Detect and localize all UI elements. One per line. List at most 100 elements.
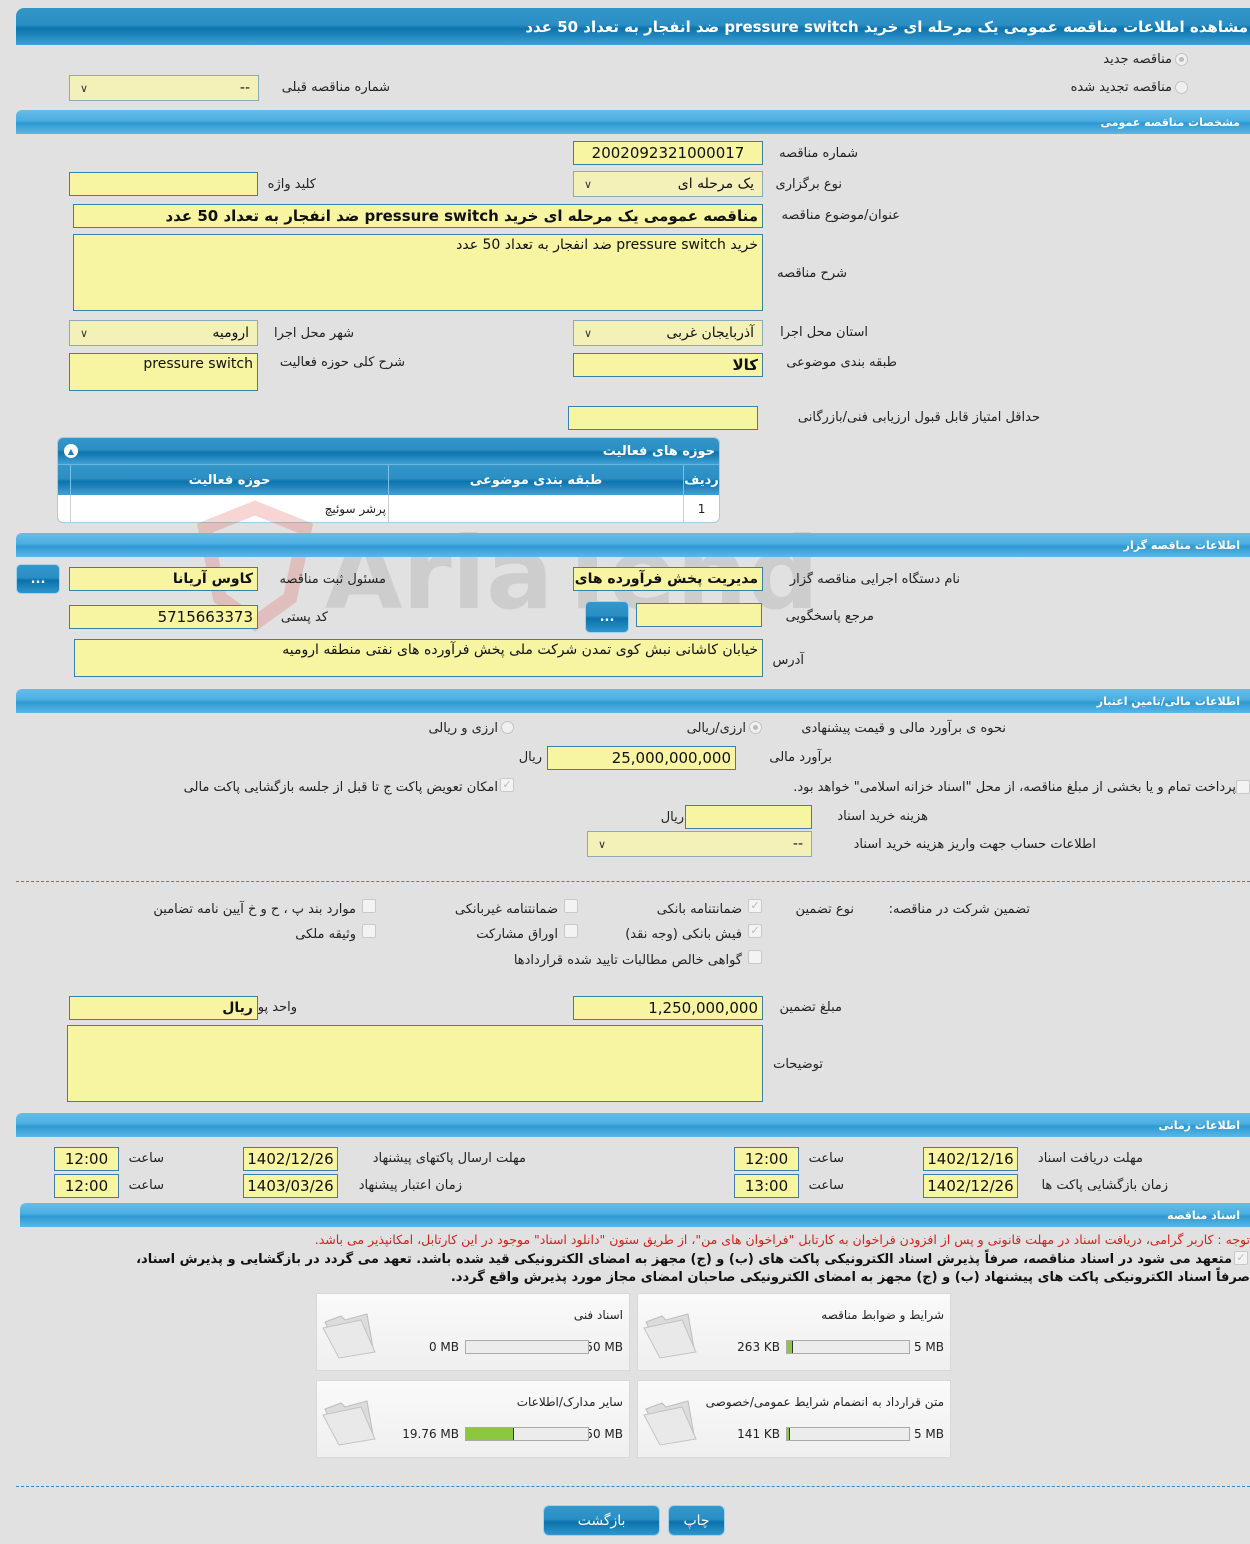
- validity-hour-label: ساعت: [128, 1178, 164, 1193]
- document-max-size: 50 MB: [585, 1427, 623, 1441]
- org-name-field[interactable]: مدیریت پخش فرآورده های نفتی: [573, 567, 763, 591]
- submit-deadline-label: مهلت ارسال پاکتهای پیشنهاد: [372, 1151, 526, 1166]
- address-field[interactable]: خیابان کاشانی نبش کوی تمدن شرکت ملی پخش …: [74, 639, 763, 677]
- keyword-field[interactable]: [69, 172, 258, 196]
- non-bank-guarantee-checkbox[interactable]: [564, 899, 578, 913]
- document-max-size: 50 MB: [585, 1340, 623, 1354]
- registrar-field[interactable]: کاوس آریانا: [69, 567, 258, 591]
- section-documents-title: اسناد مناقصه: [1167, 1208, 1240, 1222]
- treasury-checkbox[interactable]: [1236, 780, 1250, 794]
- city-select[interactable]: ارومیه ∨: [69, 320, 258, 346]
- progress-fill: [466, 1428, 515, 1440]
- reference-label: مرجع پاسخگویی: [785, 609, 874, 624]
- activity-desc-label: شرح کلی حوزه فعالیت: [279, 355, 405, 370]
- chevron-down-icon: ∨: [80, 81, 89, 95]
- non-bank-guarantee-label: ضمانتنامه غیربانکی: [454, 902, 558, 917]
- category-field[interactable]: کالا: [573, 353, 763, 377]
- notes-field[interactable]: [67, 1025, 763, 1102]
- document-card[interactable]: متن قرارداد به انضمام شرایط عمومی/خصوصی …: [637, 1380, 951, 1458]
- property-collateral-checkbox[interactable]: [362, 924, 376, 938]
- description-label: شرح مناقصه: [777, 266, 847, 281]
- column-header-activity: حوزه فعالیت: [70, 465, 388, 495]
- bank-guarantee-label: ضمانتنامه بانکی: [656, 902, 742, 917]
- section-general-header: مشخصات مناقصه عمومی: [16, 110, 1250, 134]
- chevron-down-icon: ∨: [598, 837, 607, 851]
- receivables-certificate-checkbox[interactable]: [748, 950, 762, 964]
- document-size-progress: [465, 1340, 589, 1354]
- document-size-progress: [786, 1340, 910, 1354]
- document-card[interactable]: سایر مدارک/اطلاعات 50 MB 19.76 MB: [316, 1380, 630, 1458]
- validity-time[interactable]: 12:00: [54, 1174, 119, 1198]
- opening-label: زمان بازگشایی پاکت ها: [1041, 1178, 1168, 1193]
- postal-code-label: کد پستی: [280, 610, 328, 625]
- activity-areas-header: حوزه های فعالیت ▲: [58, 438, 719, 464]
- replace-packet-checkbox[interactable]: ✓: [500, 778, 514, 792]
- postal-code-field[interactable]: 5715663373: [69, 605, 258, 629]
- notes-label: توضیحات: [773, 1057, 823, 1072]
- province-value: آذربایجان غربی: [666, 325, 754, 341]
- section-general-title: مشخصات مناقصه عمومی: [1100, 115, 1240, 129]
- new-tender-label: مناقصه جدید: [1103, 52, 1172, 67]
- opening-date[interactable]: 1402/12/26: [923, 1174, 1018, 1198]
- opening-time[interactable]: 13:00: [734, 1174, 799, 1198]
- validity-date[interactable]: 1403/03/26: [243, 1174, 338, 1198]
- org-name-label: نام دستگاه اجرایی مناقصه گزار: [789, 572, 960, 587]
- back-button[interactable]: بازگشت: [543, 1505, 660, 1536]
- rial-radio-label: ارزی/ریالی: [686, 721, 746, 736]
- section-timing-header: اطلاعات زمانی: [16, 1113, 1250, 1137]
- submit-deadline-date[interactable]: 1402/12/26: [243, 1147, 338, 1171]
- bonds-checkbox[interactable]: [564, 924, 578, 938]
- keyword-label: کلید واژه: [267, 177, 316, 192]
- new-tender-radio[interactable]: [1175, 53, 1188, 66]
- mixed-currency-radio[interactable]: [501, 721, 514, 734]
- previous-number-select[interactable]: -- ∨: [69, 75, 259, 101]
- subject-field[interactable]: مناقصه عمومی یک مرحله ای خرید pressure s…: [73, 204, 763, 228]
- min-score-field[interactable]: [568, 406, 758, 430]
- section-finance-title: اطلاعات مالی/تامین اعتبار: [1096, 694, 1240, 708]
- estimate-method-label: نحوه ی برآورد مالی و قیمت پیشنهادی: [801, 721, 1006, 736]
- progress-fill: [787, 1341, 794, 1353]
- activity-desc-field[interactable]: pressure switch: [69, 353, 258, 391]
- submit-deadline-time[interactable]: 12:00: [54, 1147, 119, 1171]
- document-card[interactable]: شرایط و ضوابط مناقصه 5 MB 263 KB: [637, 1293, 951, 1371]
- document-current-size: 19.76 MB: [402, 1427, 459, 1441]
- cash-receipt-label: فیش بانکی (وجه نقد): [625, 927, 742, 942]
- property-collateral-label: وثیقه ملکی: [295, 927, 356, 942]
- account-info-value: --: [792, 836, 803, 852]
- account-info-label: اطلاعات حساب جهت واریز هزینه خرید اسناد: [853, 837, 1096, 852]
- submit-deadline-hour-label: ساعت: [128, 1151, 164, 1166]
- reference-field[interactable]: [636, 603, 762, 627]
- commitment-checkbox[interactable]: ✓: [1234, 1251, 1248, 1265]
- activity-areas-title: حوزه های فعالیت: [602, 443, 715, 459]
- collapse-icon[interactable]: ▲: [64, 444, 78, 458]
- rial-radio[interactable]: [749, 721, 762, 734]
- doc-cost-field[interactable]: [685, 805, 812, 829]
- tender-number-field[interactable]: 2002092321000017: [573, 141, 763, 165]
- estimate-field[interactable]: 25,000,000,000: [547, 746, 736, 770]
- account-info-select[interactable]: -- ∨: [587, 831, 812, 857]
- doc-deadline-date[interactable]: 1402/12/16: [923, 1147, 1018, 1171]
- document-card[interactable]: اسناد فنی 50 MB 0 MB: [316, 1293, 630, 1371]
- activity-table-header: ردیف طبقه بندی موضوعی حوزه فعالیت: [58, 464, 719, 495]
- documents-notice: توجه : کاربر گرامی، دریافت اسناد در مهلت…: [314, 1232, 1250, 1247]
- reference-lookup-button[interactable]: ...: [585, 601, 629, 633]
- renewed-tender-radio[interactable]: [1175, 81, 1188, 94]
- activity-areas-panel: حوزه های فعالیت ▲ ردیف طبقه بندی موضوعی …: [57, 437, 720, 523]
- holding-type-select[interactable]: یک مرحله ای ∨: [573, 171, 763, 197]
- currency-field[interactable]: ریال: [69, 996, 258, 1020]
- guarantee-amount-field[interactable]: 1,250,000,000: [573, 996, 763, 1020]
- section-documents-header: اسناد مناقصه: [20, 1203, 1250, 1227]
- registrar-lookup-button[interactable]: ...: [16, 564, 60, 594]
- address-label: آدرس: [772, 653, 804, 668]
- folder-icon: [322, 1400, 376, 1446]
- row-category: [388, 495, 683, 522]
- estimate-currency: ریال: [518, 750, 542, 765]
- cash-receipt-checkbox[interactable]: ✓: [748, 924, 762, 938]
- bank-guarantee-checkbox[interactable]: ✓: [748, 899, 762, 913]
- description-field[interactable]: خرید pressure switch ضد انفجار به تعداد …: [73, 234, 763, 311]
- province-select[interactable]: آذربایجان غربی ∨: [573, 320, 763, 346]
- regulation-items-checkbox[interactable]: [362, 899, 376, 913]
- print-button[interactable]: چاپ: [668, 1505, 725, 1536]
- doc-deadline-time[interactable]: 12:00: [734, 1147, 799, 1171]
- chevron-down-icon: ∨: [584, 177, 593, 191]
